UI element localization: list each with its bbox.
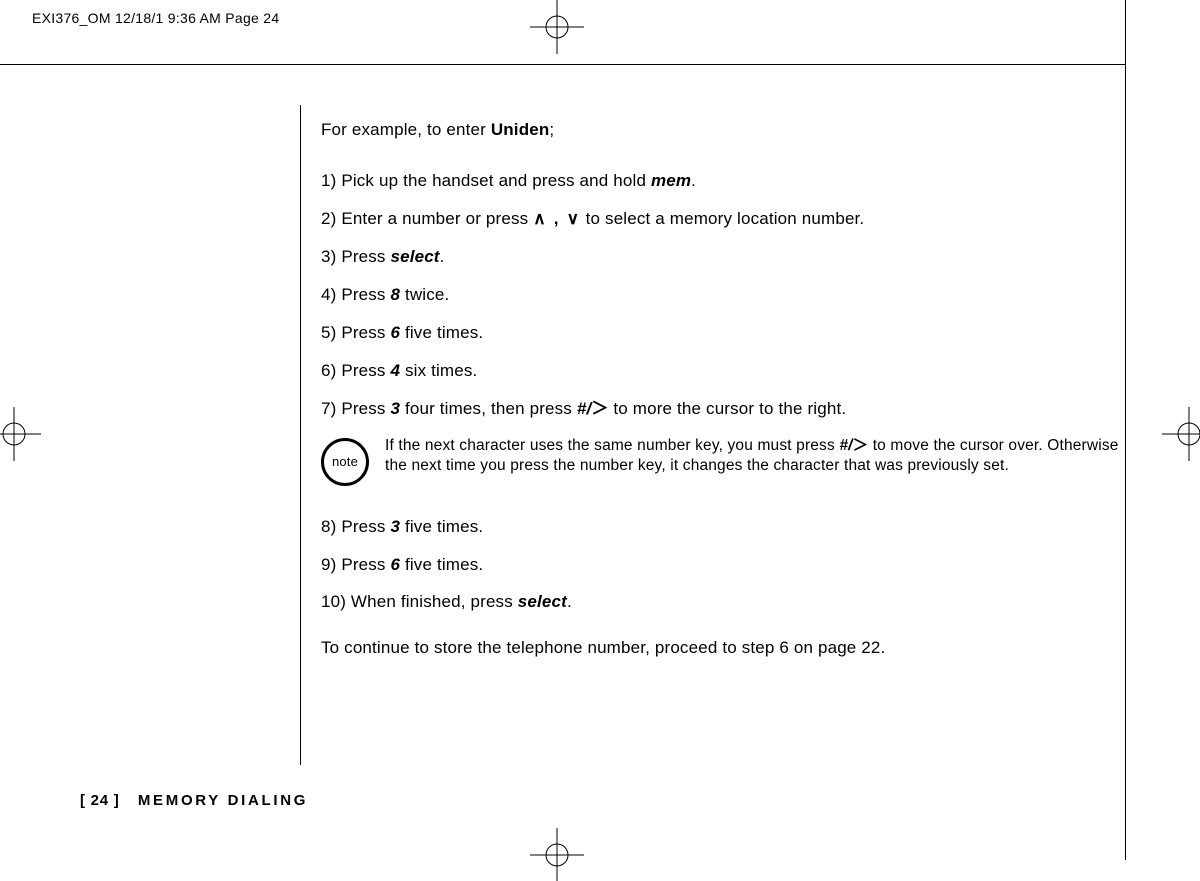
text: five times. — [400, 517, 483, 536]
section-title: MEMORY DIALING — [138, 792, 308, 809]
step-8: 8) Press 3 five times. — [321, 516, 1121, 539]
text: 3) Press — [321, 247, 390, 266]
chevron-right-icon: ＞ — [591, 399, 608, 418]
note-block: note If the next character uses the same… — [321, 436, 1121, 486]
key-label: 3 — [390, 399, 400, 418]
key-label: select — [390, 247, 439, 266]
trim-line — [0, 64, 1125, 65]
step-1: 1) Pick up the handset and press and hol… — [321, 170, 1121, 193]
text: 7) Press — [321, 399, 390, 418]
outro-line: To continue to store the telephone numbe… — [321, 638, 1121, 658]
key-label: 6 — [390, 555, 400, 574]
key-label: #/ — [577, 399, 592, 418]
step-7: 7) Press 3 four times, then press #/＞ to… — [321, 398, 1121, 421]
key-label: 6 — [390, 323, 400, 342]
text: 4) Press — [321, 285, 390, 304]
intro-line: For example, to enter Uniden; — [321, 120, 1121, 140]
page-footer: [ 24 ] MEMORY DIALING — [80, 792, 308, 809]
text: . — [691, 171, 696, 190]
chevron-right-icon: ＞ — [853, 437, 869, 454]
key-label: 4 — [390, 361, 400, 380]
text-bold: Uniden — [491, 120, 550, 139]
key-label: mem — [651, 171, 691, 190]
text: five times. — [400, 555, 483, 574]
text: . — [567, 592, 572, 611]
text: twice. — [400, 285, 449, 304]
arrow-keys-icon: ∧ , ∨ — [533, 209, 581, 228]
text: to more the cursor to the right. — [609, 399, 847, 418]
registration-mark-icon — [530, 0, 584, 54]
trim-line — [1125, 0, 1126, 860]
registration-mark-icon — [530, 828, 584, 881]
text: 2) Enter a number or press — [321, 209, 533, 228]
text: 8) Press — [321, 517, 390, 536]
text: For example, to enter — [321, 120, 491, 139]
registration-mark-icon — [1162, 407, 1200, 461]
text: six times. — [400, 361, 477, 380]
text: four times, then press — [400, 399, 577, 418]
text: to select a memory location number. — [581, 209, 865, 228]
key-label: 8 — [390, 285, 400, 304]
text: 5) Press — [321, 323, 390, 342]
text: 1) Pick up the handset and press and hol… — [321, 171, 651, 190]
text: 6) Press — [321, 361, 390, 380]
key-label: 3 — [390, 517, 400, 536]
key-label: #/ — [839, 437, 852, 454]
text: . — [440, 247, 445, 266]
step-3: 3) Press select. — [321, 246, 1121, 269]
text: five times. — [400, 323, 483, 342]
step-5: 5) Press 6 five times. — [321, 322, 1121, 345]
page: EXI376_OM 12/18/1 9:36 AM Page 24 For ex… — [0, 0, 1200, 881]
step-10: 10) When finished, press select. — [321, 591, 1121, 614]
text: If the next character uses the same numb… — [385, 437, 839, 454]
note-icon: note — [321, 438, 369, 486]
text: 9) Press — [321, 555, 390, 574]
text: 10) When finished, press — [321, 592, 518, 611]
print-slug: EXI376_OM 12/18/1 9:36 AM Page 24 — [32, 10, 279, 26]
step-2: 2) Enter a number or press ∧ , ∨ to sele… — [321, 208, 1121, 231]
key-label: select — [518, 592, 567, 611]
step-4: 4) Press 8 twice. — [321, 284, 1121, 307]
step-6: 6) Press 4 six times. — [321, 360, 1121, 383]
registration-mark-icon — [0, 407, 41, 461]
page-number: [ 24 ] — [80, 792, 120, 809]
note-text: If the next character uses the same numb… — [385, 436, 1121, 478]
content-column: For example, to enter Uniden; 1) Pick up… — [300, 105, 1121, 765]
step-9: 9) Press 6 five times. — [321, 554, 1121, 577]
text: ; — [549, 120, 554, 139]
